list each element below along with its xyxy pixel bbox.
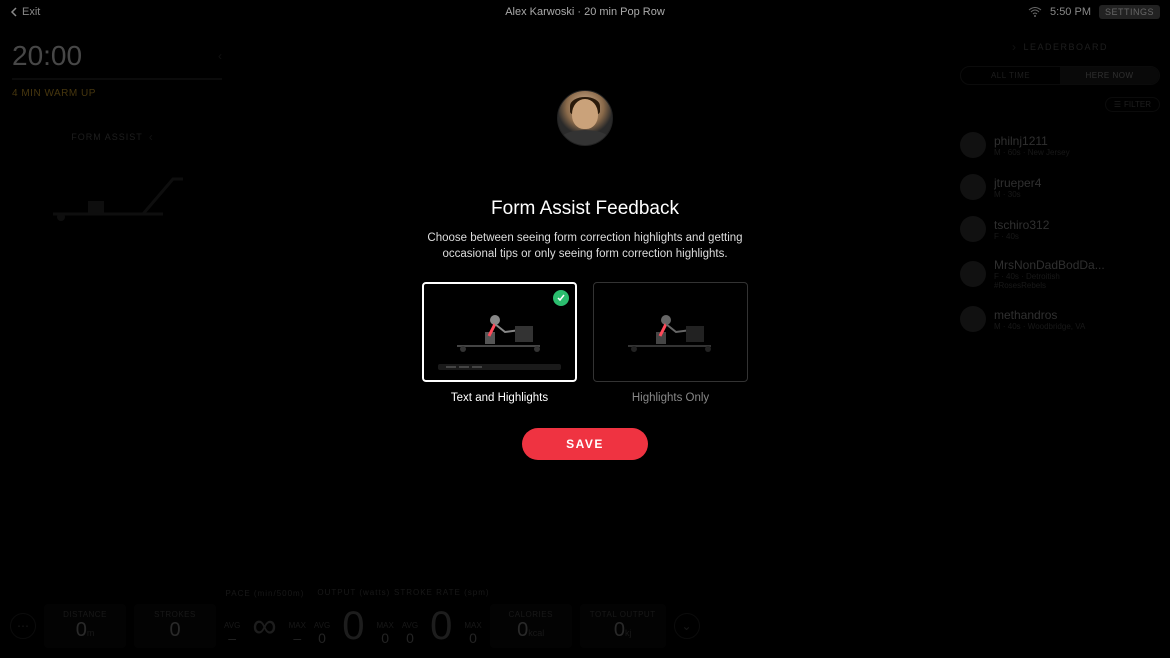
option-label: Highlights Only [593, 392, 748, 404]
exit-button[interactable]: Exit [10, 6, 40, 18]
clock-time: 5:50 PM [1050, 6, 1091, 18]
leaderboard-title: LEADERBOARD [1023, 42, 1108, 52]
filter-button[interactable]: ☰ FILTER [1105, 97, 1160, 112]
class-title: Alex Karwoski · 20 min Pop Row [505, 6, 665, 18]
top-bar: Exit Alex Karwoski · 20 min Pop Row 5:50… [0, 0, 1170, 24]
leaderboard-list: philnj1211 M · 60s · New Jersey jtrueper… [960, 124, 1160, 340]
chevron-left-icon [10, 7, 18, 17]
rower-preview-icon [445, 302, 555, 362]
list-item[interactable]: philnj1211 M · 60s · New Jersey [960, 124, 1160, 166]
timer-value: 20:00 [12, 40, 82, 72]
avatar [960, 306, 986, 332]
expand-right-button[interactable]: ⌄ [674, 613, 700, 639]
list-item[interactable]: tschiro312 F · 40s [960, 208, 1160, 250]
list-item[interactable]: methandros M · 40s · Woodbridge, VA [960, 298, 1160, 340]
check-icon [553, 290, 569, 306]
save-button[interactable]: SAVE [522, 428, 648, 460]
chevron-right-icon[interactable]: › [1012, 40, 1018, 54]
modal-title: Form Assist Feedback [403, 198, 767, 220]
avatar [960, 216, 986, 242]
rower-preview-icon [616, 302, 726, 362]
chevron-left-icon[interactable]: ‹ [149, 130, 154, 144]
chevron-left-icon[interactable]: ‹ [218, 49, 222, 63]
leaderboard-panel: › LEADERBOARD ALL TIME HERE NOW ☰ FILTER… [960, 40, 1160, 340]
tab-all-time[interactable]: ALL TIME [961, 67, 1060, 84]
pace-value: ∞ [252, 607, 276, 646]
form-assist-title: FORM ASSIST [71, 132, 143, 142]
metrics-bar: ⋯ DISTANCE 0m STROKES 0 PACE (min/500m) … [10, 604, 1160, 648]
option-highlights-only[interactable]: Highlights Only [593, 282, 748, 404]
list-item[interactable]: MrsNonDadBodDa... F · 40s · Detroitish #… [960, 250, 1160, 298]
avatar [960, 261, 986, 287]
option-text-and-highlights[interactable]: Text and Highlights [422, 282, 577, 404]
avatar [960, 174, 986, 200]
metric-calories: CALORIES 0kcal [490, 604, 572, 648]
instructor-avatar [557, 90, 613, 146]
filter-icon: ☰ [1114, 100, 1121, 109]
expand-left-button[interactable]: ⋯ [10, 613, 36, 639]
stroke-rate-value: 0 [430, 606, 452, 646]
tab-here-now[interactable]: HERE NOW [1060, 67, 1159, 84]
output-value: 0 [342, 606, 364, 646]
metric-distance: DISTANCE 0m [44, 604, 126, 648]
timer-panel: 20:00 ‹ 4 MIN WARM UP [12, 40, 222, 99]
form-assist-panel: FORM ASSIST ‹ [0, 130, 225, 234]
rower-outline-icon [33, 159, 193, 229]
leaderboard-toggle[interactable]: ALL TIME HERE NOW [960, 66, 1160, 85]
metric-strokes: STROKES 0 [134, 604, 216, 648]
metric-total-output: TOTAL OUTPUT 0kj [580, 604, 666, 648]
modal-description: Choose between seeing form correction hi… [403, 230, 767, 262]
avatar [960, 132, 986, 158]
list-item[interactable]: jtrueper4 M · 30s [960, 166, 1160, 208]
exit-label: Exit [22, 6, 40, 18]
settings-button[interactable]: SETTINGS [1099, 5, 1160, 19]
wifi-icon [1028, 7, 1042, 17]
workout-phase: 4 MIN WARM UP [12, 88, 222, 99]
form-assist-modal: Form Assist Feedback Choose between seei… [425, 90, 745, 488]
option-label: Text and Highlights [422, 392, 577, 404]
